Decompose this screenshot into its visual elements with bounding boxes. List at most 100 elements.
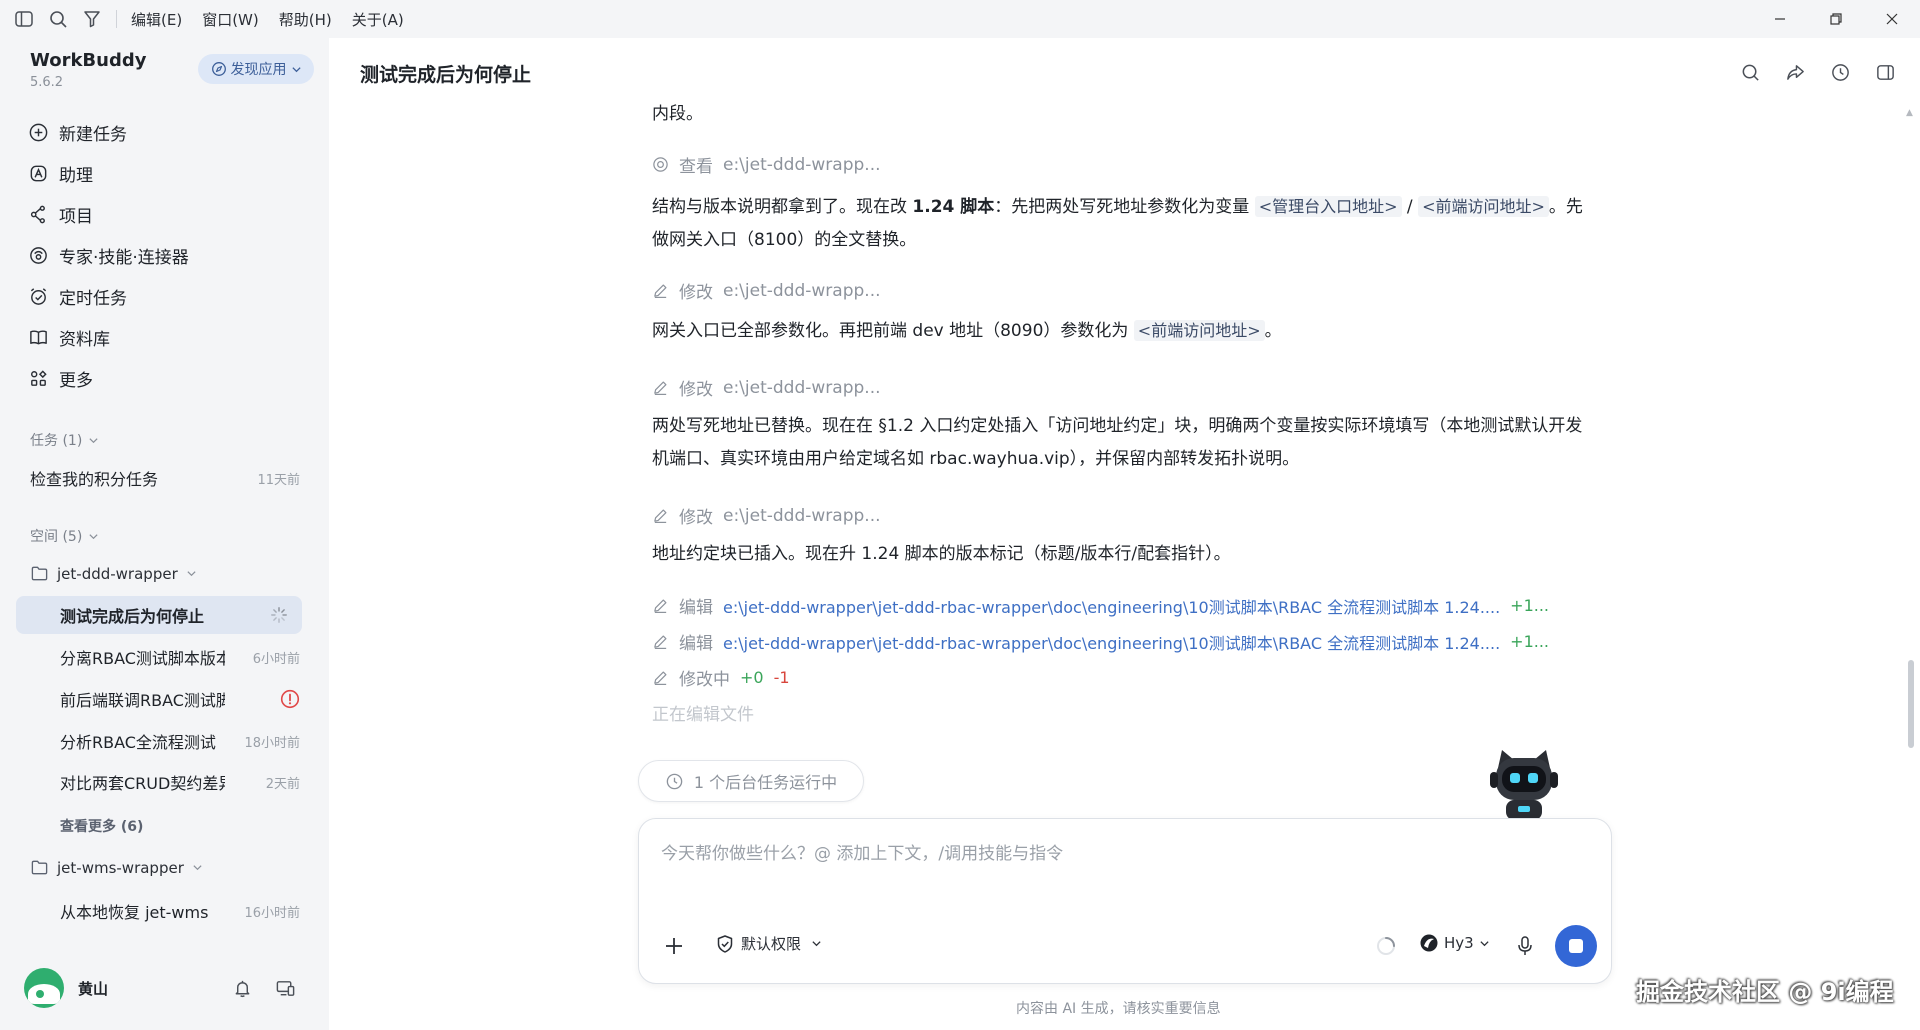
assistant-message: 网关入口已全部参数化。再把前端 dev 地址（8090）参数化为 <前端访问地址…	[652, 314, 1584, 348]
bell-icon[interactable]	[232, 978, 253, 1003]
task-item[interactable]: 检查我的积分任务 11天前	[30, 466, 300, 490]
pencil-icon	[654, 284, 667, 299]
model-logo-icon	[1420, 934, 1438, 952]
menu-edit[interactable]: 编辑(E)	[131, 9, 182, 30]
tasks-section-header[interactable]: 任务 (1)	[30, 430, 99, 450]
search-icon[interactable]	[48, 9, 68, 29]
user-profile[interactable]: 黄山	[24, 968, 108, 1008]
file-path-link[interactable]: e:\jet-ddd-wrapper\jet-ddd-rbac-wrapper\…	[723, 594, 1500, 618]
search-icon[interactable]	[1740, 62, 1761, 87]
shield-check-icon	[717, 934, 733, 953]
conversation-item-active[interactable]: 测试完成后为何停止	[16, 596, 302, 634]
inline-code: <管理台入口地址>	[1254, 196, 1402, 217]
background-task-pill[interactable]: 1 个后台任务运行中	[638, 760, 864, 802]
chevron-down-icon	[193, 865, 202, 871]
tool-call-editing[interactable]: 修改中 +0 -1	[652, 665, 790, 690]
sidebar: WorkBuddy 5.6.2 发现应用 新建任务 助理 项目 专家·技能·连接…	[0, 38, 329, 1030]
conversation-item[interactable]: 分析RBAC全流程测试 18小时前	[60, 726, 300, 756]
conversation-title: 测试完成后为何停止	[60, 607, 205, 626]
history-icon[interactable]	[1830, 62, 1851, 87]
folder-icon	[31, 860, 48, 875]
user-actions	[232, 978, 296, 1003]
alert-icon	[280, 689, 300, 709]
menu-bar: 编辑(E) 窗口(W) 帮助(H) 关于(A)	[0, 0, 1920, 38]
scroll-up-arrow[interactable]: ▲	[1906, 108, 1913, 118]
message-text: 结构与版本说明都拿到了。现在改	[652, 197, 913, 217]
pencil-icon	[654, 671, 667, 686]
conversation-item[interactable]: 前后端联调RBAC测试脚本	[60, 684, 300, 714]
pencil-icon	[654, 381, 667, 396]
minimize-button[interactable]	[1752, 0, 1808, 38]
scrollbar-thumb[interactable]	[1908, 660, 1914, 748]
nav-label: 专家·技能·连接器	[59, 248, 189, 268]
compass-icon	[211, 62, 226, 76]
nav-scheduled[interactable]: 定时任务	[18, 276, 318, 317]
conversation-title: 前后端联调RBAC测试脚本	[60, 691, 225, 710]
tool-call-view[interactable]: 查看 e:\jet-ddd-wrapp...	[652, 152, 881, 177]
model-selector[interactable]: Hy3	[1419, 933, 1490, 953]
avatar	[24, 968, 64, 1008]
discover-apps-button[interactable]: 发现应用	[198, 54, 314, 84]
chat-composer[interactable]: 今天帮你做些什么？@ 添加上下文，/调用技能与指令 默认权限 Hy3	[638, 818, 1612, 984]
tool-call-edit[interactable]: 修改 e:\jet-ddd-wrapp...	[652, 375, 881, 400]
nav-assistant[interactable]: 助理	[18, 153, 318, 194]
sidebar-fade	[0, 938, 329, 968]
conversation-item[interactable]: 从本地恢复 jet-wms 16小时前	[60, 896, 300, 926]
restore-button[interactable]	[1808, 0, 1864, 38]
user-name: 黄山	[78, 979, 109, 998]
brand: WorkBuddy 5.6.2	[30, 50, 146, 90]
pencil-icon	[654, 635, 667, 650]
conversation-item[interactable]: 对比两套CRUD契约差异 2天前	[60, 767, 300, 797]
message-text: /	[1401, 197, 1419, 217]
menu-window[interactable]: 窗口(W)	[202, 9, 259, 30]
tool-call-edit-file[interactable]: 编辑 e:\jet-ddd-wrapper\jet-ddd-rbac-wrapp…	[652, 593, 1549, 618]
sidebar-toggle-icon[interactable]	[14, 9, 34, 29]
chevron-down-icon	[187, 571, 196, 577]
workspace-name: jet-ddd-wrapper	[57, 564, 178, 583]
workspace-jet-ddd-wrapper[interactable]: jet-ddd-wrapper	[30, 564, 197, 583]
robot-mascot-icon[interactable]	[1484, 746, 1564, 820]
spaces-section-header[interactable]: 空间 (5)	[30, 526, 99, 546]
microphone-icon[interactable]	[1515, 935, 1535, 957]
close-button[interactable]	[1864, 0, 1920, 38]
pencil-icon	[654, 509, 667, 524]
background-task-label: 1 个后台任务运行中	[693, 773, 838, 792]
app-name: WorkBuddy	[30, 50, 147, 71]
permission-selector[interactable]: 默认权限	[715, 933, 822, 954]
permission-label: 默认权限	[741, 935, 802, 953]
show-more-link[interactable]: 查看更多 (6)	[60, 816, 143, 836]
workspace-name: jet-wms-wrapper	[57, 858, 184, 877]
nav-label: 资料库	[59, 330, 110, 350]
chevron-down-icon	[291, 66, 301, 72]
stop-generation-button[interactable]	[1555, 925, 1597, 967]
folder-icon	[31, 566, 48, 581]
inline-code: <前端访问地址>	[1418, 196, 1549, 217]
nav-experts[interactable]: 专家·技能·连接器	[18, 235, 318, 276]
chevron-down-icon	[89, 437, 98, 443]
menu-help[interactable]: 帮助(H)	[279, 9, 332, 30]
tool-call-edit[interactable]: 修改 e:\jet-ddd-wrapp...	[652, 503, 881, 528]
file-path-link[interactable]: e:\jet-ddd-wrapper\jet-ddd-rbac-wrapper\…	[723, 630, 1500, 654]
tool-verb: 查看	[679, 157, 713, 177]
filter-icon[interactable]	[82, 9, 102, 29]
conversation-item[interactable]: 分离RBAC测试脚本版本 6小时前	[60, 642, 300, 672]
nav-new-task[interactable]: 新建任务	[18, 112, 318, 153]
add-attachment-icon[interactable]	[663, 935, 685, 957]
workspace-jet-wms-wrapper[interactable]: jet-wms-wrapper	[30, 858, 203, 877]
nav-library[interactable]: 资料库	[18, 317, 318, 358]
panel-toggle-icon[interactable]	[1875, 62, 1896, 87]
tool-target: e:\jet-ddd-wrapp...	[723, 377, 881, 398]
share-icon[interactable]	[1785, 62, 1806, 87]
nav-more[interactable]: 更多	[18, 358, 318, 399]
nav-projects[interactable]: 项目	[18, 194, 318, 235]
conversation-time: 2天前	[265, 776, 300, 792]
devices-icon[interactable]	[275, 978, 296, 1003]
message-text: 。	[1264, 321, 1282, 341]
tool-call-edit-file[interactable]: 编辑 e:\jet-ddd-wrapper\jet-ddd-rbac-wrapp…	[652, 629, 1549, 654]
chat-input[interactable]: 今天帮你做些什么？@ 添加上下文，/调用技能与指令	[661, 839, 1063, 864]
tool-verb: 修改	[679, 380, 713, 400]
tool-target: e:\jet-ddd-wrapp...	[723, 280, 881, 301]
message-bold: 1.24 脚本	[912, 197, 995, 217]
tool-call-edit[interactable]: 修改 e:\jet-ddd-wrapp...	[652, 278, 881, 303]
menu-about[interactable]: 关于(A)	[352, 9, 404, 30]
